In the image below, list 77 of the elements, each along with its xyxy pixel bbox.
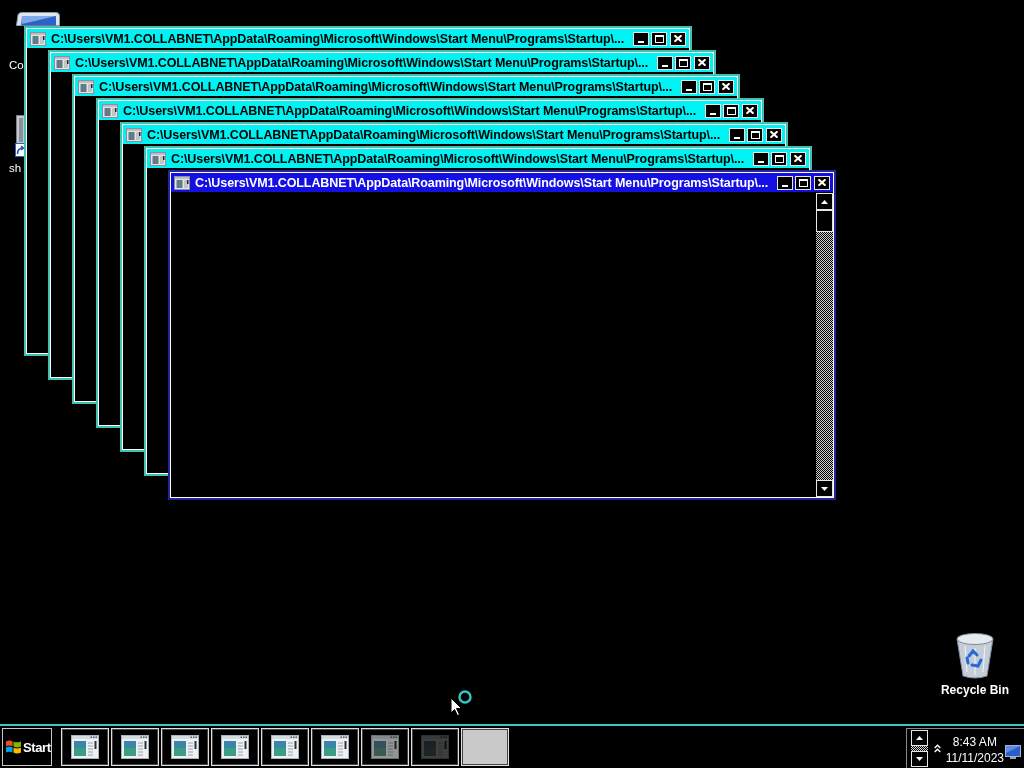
clock-date[interactable]: 11/11/2023 <box>945 749 1004 766</box>
taskbar-button[interactable] <box>111 728 159 766</box>
app-window-icon <box>78 79 94 94</box>
flag-icon <box>6 740 21 754</box>
icon-label: Recycle Bin <box>940 683 1009 697</box>
maximize-button[interactable] <box>795 175 811 190</box>
taskbar-button[interactable] <box>161 728 209 766</box>
down-triangle-icon <box>821 486 828 491</box>
taskbar-button[interactable] <box>61 728 109 766</box>
minimize-icon <box>758 160 764 163</box>
title-bar[interactable]: C:\Users\VM1.COLLABNET\AppData\Roaming\Microsoft\Windows\Start Menu\Programs\Startup\... <box>171 173 833 192</box>
close-icon <box>674 35 682 42</box>
window-title: C:\Users\VM1.COLLABNET\AppData\Roaming\Microsoft\Windows\Start Menu\Programs\Startup\... <box>195 175 770 190</box>
window-title: C:\Users\VM1.COLLABNET\AppData\Roaming\Microsoft\Windows\Start Menu\Programs\Startup\... <box>123 103 698 118</box>
down-triangle-icon <box>915 757 923 761</box>
scroll-down-button[interactable] <box>816 480 833 497</box>
up-triangle-icon <box>821 199 828 204</box>
close-button[interactable] <box>814 175 830 190</box>
minimize-icon <box>638 40 644 43</box>
close-icon <box>818 179 826 186</box>
scrollbar-thumb[interactable] <box>816 210 833 232</box>
scroll-up-button[interactable] <box>910 730 928 746</box>
minimize-icon <box>782 184 788 187</box>
window-title: C:\Users\VM1.COLLABNET\AppData\Roaming\Microsoft\Windows\Start Menu\Programs\Startup\... <box>75 55 650 70</box>
app-window-icon <box>30 31 46 46</box>
maximize-icon <box>726 106 736 115</box>
minimize-icon <box>734 136 740 139</box>
app-window-icon <box>54 55 70 70</box>
recycle-bin-icon[interactable] <box>954 632 995 680</box>
start-button[interactable]: Start <box>2 728 52 766</box>
close-icon <box>722 83 730 90</box>
app-window-icon <box>126 127 142 142</box>
taskbar-button[interactable] <box>411 728 459 766</box>
window-title: C:\Users\VM1.COLLABNET\AppData\Roaming\Microsoft\Windows\Start Menu\Programs\Startup\... <box>171 151 746 166</box>
maximize-icon <box>654 34 664 43</box>
close-icon <box>746 107 754 114</box>
minimize-icon <box>710 112 716 115</box>
app-window-icon <box>221 735 249 759</box>
app-window-icon <box>321 735 349 759</box>
maximize-icon <box>750 130 760 139</box>
window-title: C:\Users\VM1.COLLABNET\AppData\Roaming\Microsoft\Windows\Start Menu\Programs\Startup\... <box>51 31 626 46</box>
minimize-icon <box>686 88 692 91</box>
busy-cursor-icon <box>449 688 473 716</box>
maximize-icon <box>702 82 712 91</box>
taskbar-button[interactable] <box>311 728 359 766</box>
close-icon <box>698 59 706 66</box>
computer-icon[interactable] <box>16 12 60 26</box>
clock-time[interactable]: 8:43 AM <box>952 733 997 750</box>
monitor-icon[interactable] <box>1005 745 1021 759</box>
double-chevron-icon[interactable] <box>933 744 941 753</box>
taskbar-button[interactable] <box>211 728 259 766</box>
close-icon <box>770 131 778 138</box>
close-icon <box>794 155 802 162</box>
app-window-icon <box>102 103 118 118</box>
taskbar-button[interactable] <box>261 728 309 766</box>
maximize-icon <box>678 58 688 67</box>
maximize-icon <box>774 154 784 163</box>
window-title: C:\Users\VM1.COLLABNET\AppData\Roaming\Microsoft\Windows\Start Menu\Programs\Startup\... <box>147 127 722 142</box>
icon-label: sh <box>9 161 22 175</box>
app-window-icon <box>421 735 449 759</box>
taskbar-button[interactable] <box>461 728 509 766</box>
app-window-icon <box>271 735 299 759</box>
app-window-icon <box>150 151 166 166</box>
up-triangle-icon <box>915 736 923 740</box>
icon-label: Co <box>9 58 24 72</box>
app-window-icon <box>121 735 149 759</box>
scroll-up-button[interactable] <box>816 193 833 210</box>
taskbar-button[interactable] <box>361 728 409 766</box>
scroll-down-button[interactable] <box>910 751 928 767</box>
maximize-icon <box>798 178 808 187</box>
app-window-icon <box>174 175 190 190</box>
app-window-icon <box>371 735 399 759</box>
app-window-icon <box>171 735 199 759</box>
window-title: C:\Users\VM1.COLLABNET\AppData\Roaming\Microsoft\Windows\Start Menu\Programs\Startup\... <box>99 79 674 94</box>
minimize-button[interactable] <box>777 175 793 190</box>
minimize-icon <box>662 64 668 67</box>
app-window-icon <box>71 735 99 759</box>
